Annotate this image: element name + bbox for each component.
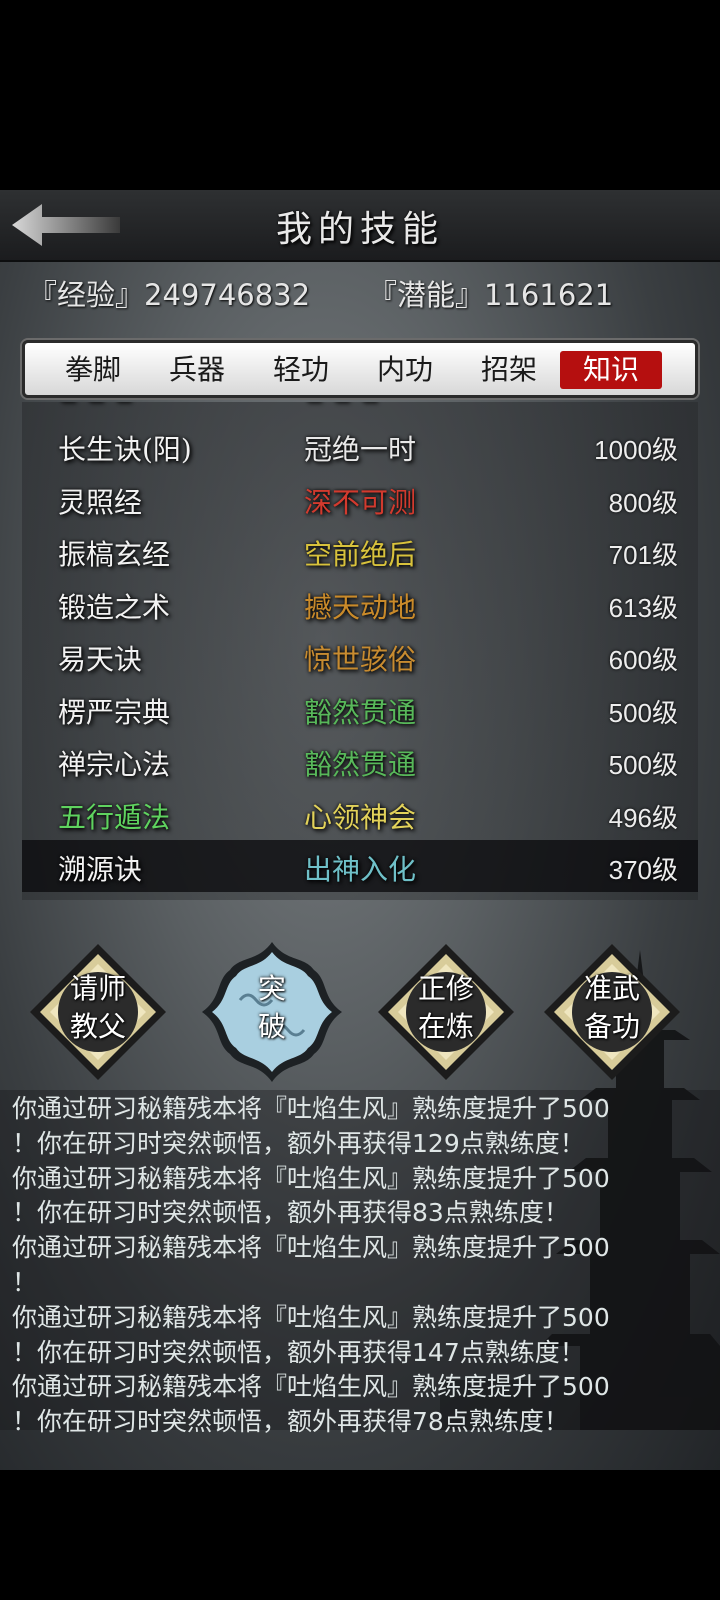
potential-stat: 『潜能』1161621 [368,272,613,314]
exp-label: 『经验』 [28,278,145,312]
skill-name: 楞严宗典 [58,695,171,729]
log-line: 你通过研习秘籍残本将『吐焰生风』熟练度提升了500 [12,1233,610,1263]
stats-bar: 『经验』249746832 『潜能』1161621 [28,272,708,312]
ask-master-label: 请师 教父 [69,972,126,1043]
skill-row[interactable]: 振槁玄经 空前绝后 701级 [22,525,698,577]
tab-zhishi[interactable]: 知识 [560,351,662,389]
skill-name: 锻造之术 [58,590,171,624]
skill-row[interactable]: 楞严宗典 豁然贯通 500级 [22,683,698,735]
skill-realm: 深不可测 [304,485,417,519]
skill-realm: 心领神会 [304,800,417,834]
skill-category-tabs: 拳脚 兵器 轻功 内功 招架 知识 [22,340,698,398]
skill-name: 五行遁法 [58,800,171,834]
log-line: ！你在研习时突然顿悟，额外再获得83点熟练度！ [12,1198,569,1228]
skill-name: 灵照经 [58,485,143,519]
message-log[interactable]: 你通过研习秘籍残本将『吐焰生风』熟练度提升了500 ！你在研习时突然顿悟，额外再… [0,1090,720,1436]
skill-realm: 惊世骇俗 [304,643,417,676]
log-line: 你通过研习秘籍残本将『吐焰生风』熟练度提升了500 [12,1163,610,1193]
prepare-skill-button[interactable]: 准武 备功 [540,940,684,1084]
skill-level: 1000级 [594,435,678,465]
ask-master-button[interactable]: 请师 教父 [26,940,170,1084]
log-line: ！你在研习时突然顿悟，额外再获得147点熟练度！ [12,1337,585,1367]
tab-qinggong[interactable]: 轻功 [250,351,352,389]
tab-quanjiao[interactable]: 拳脚 [42,351,144,389]
log-line: 你通过研习秘籍残本将『吐焰生风』熟练度提升了500 [12,1302,610,1332]
tab-neigong[interactable]: 内功 [354,351,456,389]
cultivating-button[interactable]: 正修 在炼 [374,940,518,1084]
skill-level: 370级 [608,855,678,885]
exp-value: 249746832 [144,278,311,312]
skills-panel: 我的技能 『经验』249746832 『潜能』1161621 拳脚 兵器 轻功 … [0,190,720,1470]
skill-realm: 豁然贯通 [304,748,417,781]
skill-level: 600级 [608,645,678,675]
skill-row[interactable]: 锻造之术 撼天动地 613级 [22,578,698,630]
skill-list[interactable]: ▪ ▪ ▪▪ ▪ ▪ 长生诀(阳) 冠绝一时 1000级灵照经 深不可测 800级振槁玄… [22,402,698,900]
cultivating-label: 正修 在炼 [417,972,474,1043]
skill-level: 500级 [608,750,678,780]
skill-realm: 撼天动地 [304,590,417,624]
log-line: 你通过研习秘籍残本将『吐焰生风』熟练度提升了500 [12,1372,610,1402]
skill-row[interactable]: 长生诀(阳) 冠绝一时 1000级 [22,420,698,472]
skill-name: 溯源诀 [58,853,143,886]
skill-row[interactable]: 禅宗心法 豁然贯通 500级 [22,735,698,787]
log-line: 你通过研习秘籍残本将『吐焰生风』熟练度提升了500 [12,1094,610,1123]
potential-label: 『潜能』 [368,278,485,312]
skill-name: 振槁玄经 [58,538,171,571]
skill-level: 701级 [608,540,678,570]
skill-realm: 豁然贯通 [304,695,417,729]
skill-realm: 出神入化 [304,853,417,886]
skill-level: 496级 [608,802,678,833]
skill-level: 800级 [608,487,678,518]
list-item-partial: ▪ ▪ ▪▪ ▪ ▪ [22,402,698,420]
log-line: ！你在研习时突然顿悟，额外再获得129点熟练度！ [12,1128,585,1158]
list-item-partial: ▪ ▪ ▪▪ ▪ ▪ [22,898,698,900]
exp-stat: 『经验』249746832 [28,272,310,314]
tab-zhaojia[interactable]: 招架 [458,351,560,389]
breakthrough-label: 突破 [257,972,286,1043]
skill-level: 500级 [608,697,678,728]
breakthrough-button[interactable]: 突破 [200,940,344,1084]
skill-row[interactable]: 溯源诀 出神入化 370级 [22,840,698,892]
skill-name: 禅宗心法 [58,748,171,781]
header-bar: 我的技能 [0,190,720,262]
skill-level: 613级 [608,592,678,623]
log-line: ！你在研习时突然顿悟，额外再获得78点熟练度！ [12,1407,569,1437]
skill-row[interactable]: 灵照经 深不可测 800级 [22,473,698,525]
skill-realm: 冠绝一时 [304,433,417,466]
page-title: 我的技能 [275,209,444,250]
skill-row[interactable]: 五行遁法 心领神会 496级 [22,788,698,840]
skill-name: 长生诀(阳) [58,433,192,466]
skill-realm: 空前绝后 [304,538,417,571]
log-line: ！ [12,1267,38,1297]
skill-row[interactable]: 易天诀 惊世骇俗 600级 [22,630,698,682]
tab-bingqi[interactable]: 兵器 [146,351,248,389]
prepare-skill-label: 准武 备功 [583,972,640,1043]
skill-name: 易天诀 [58,643,143,676]
potential-value: 1161621 [484,278,614,312]
